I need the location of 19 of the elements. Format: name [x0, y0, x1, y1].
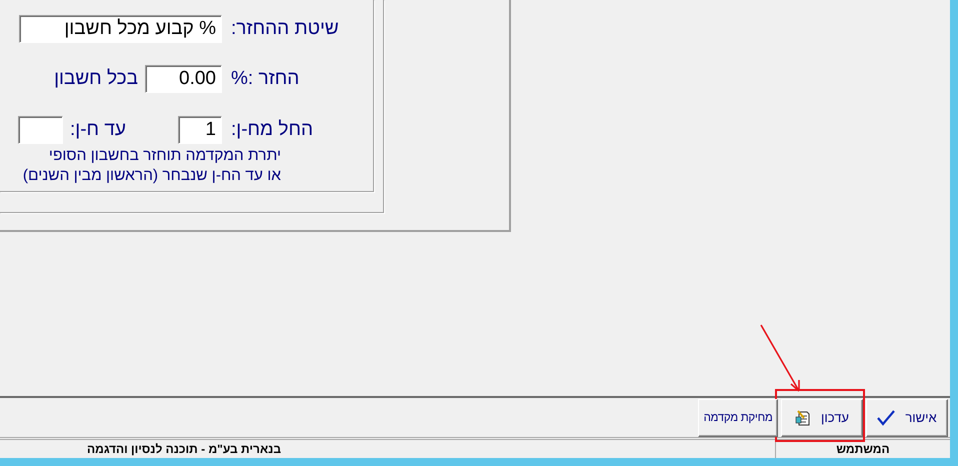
delete-button[interactable]: מחיקת מקדמה — [698, 398, 778, 436]
note-text: או עד הח-ן שנבחר (הראשון מבין השנים) — [22, 166, 282, 186]
note-text: יתרת המקדמה תוחזר בחשבון הסופי — [48, 146, 282, 166]
field-label: שיטת ההחזר: — [231, 18, 340, 40]
status-user: המשתמש — [775, 440, 950, 458]
input-field[interactable]: 1 — [178, 116, 222, 144]
input-field[interactable]: 0.00 — [145, 65, 222, 93]
document-pencil-icon — [795, 410, 812, 426]
field-label: החזר :% — [231, 68, 300, 90]
field-label: החל מח-ן: — [231, 119, 314, 141]
field-label: עד ח-ן: — [70, 119, 127, 141]
status-company: בנארית בע"מ - תוכנה לנסיון והדגמה — [86, 441, 282, 458]
field-label: בכל חשבון — [54, 68, 138, 90]
update-button[interactable]: עדכון — [781, 398, 863, 436]
confirm-button[interactable]: אישור — [866, 398, 948, 436]
annotation-arrow — [760, 324, 800, 392]
input-field[interactable] — [18, 116, 63, 144]
input-field[interactable]: % קבוע מכל חשבון — [19, 15, 222, 43]
check-icon — [877, 410, 896, 426]
